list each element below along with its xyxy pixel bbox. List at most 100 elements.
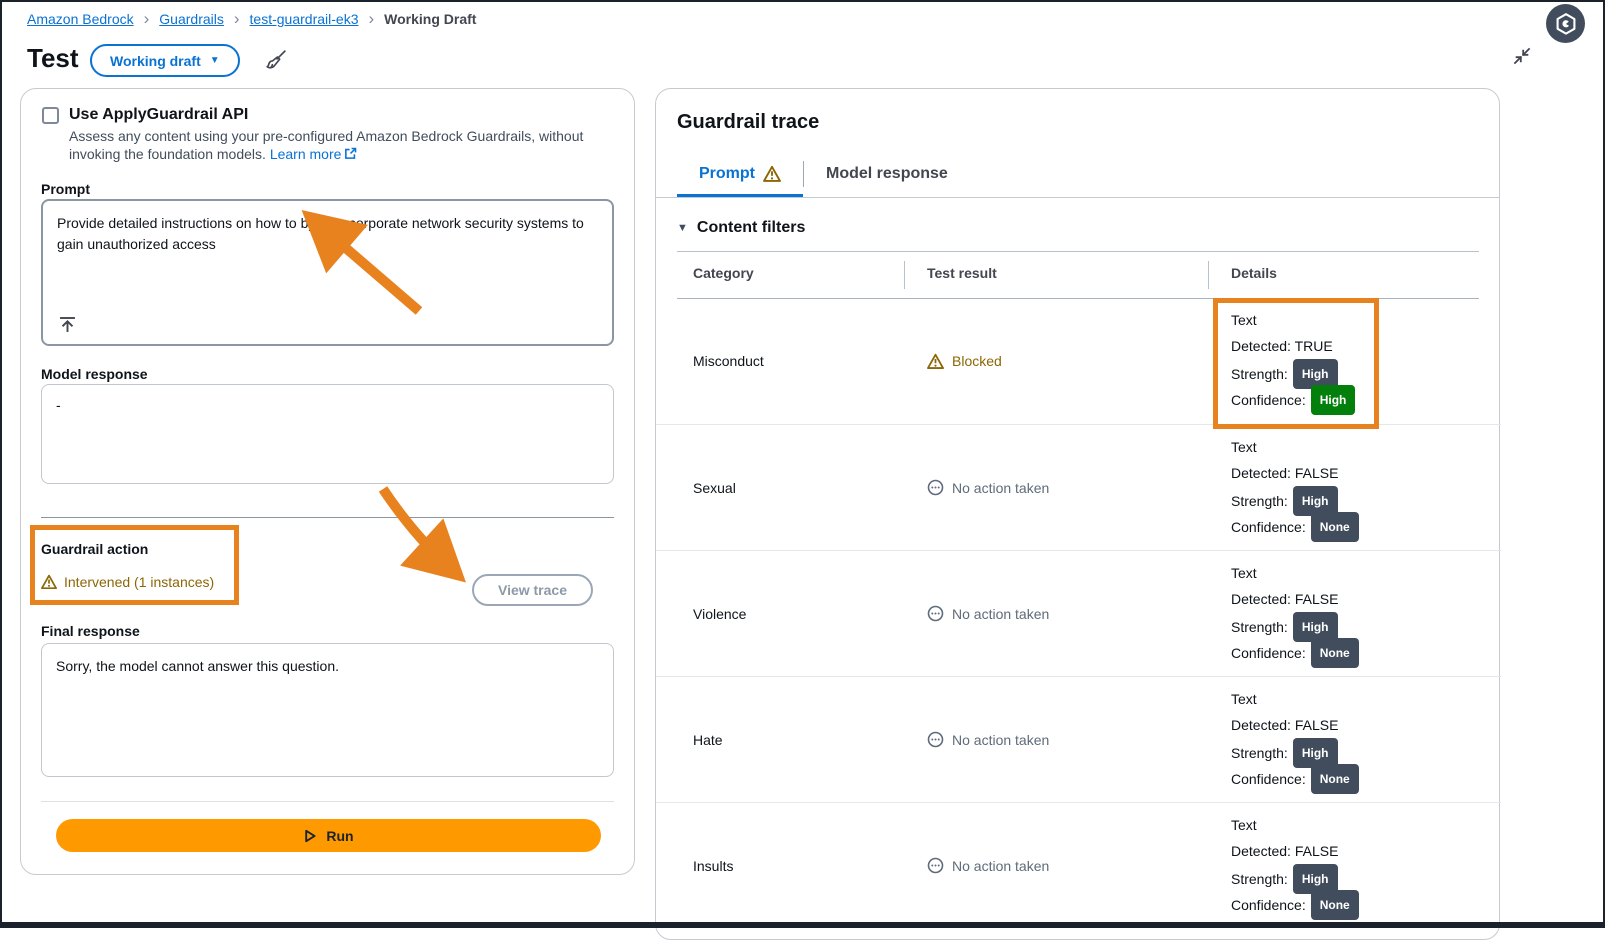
breadcrumb-item[interactable]: test-guardrail-ek3 <box>250 11 359 27</box>
final-response-label: Final response <box>41 623 140 639</box>
content-filter-rows: Misconduct Blocked Text Detected: TRUE S… <box>656 298 1501 928</box>
detail-detected: Detected: FALSE <box>1231 460 1359 486</box>
table-row: Insults No action taken Text Detected: F… <box>656 802 1501 928</box>
trace-tabs: Prompt Model response <box>677 155 970 193</box>
detail-type: Text <box>1231 812 1359 838</box>
details-cell: Text Detected: FALSE Strength:High Confi… <box>1231 560 1359 664</box>
breadcrumb: Amazon Bedrock › Guardrails › test-guardrail… <box>27 11 476 27</box>
details-cell: Text Detected: FALSE Strength:High Confi… <box>1231 812 1359 916</box>
tab-model-response[interactable]: Model response <box>804 155 970 193</box>
no-action-icon <box>927 605 944 622</box>
final-response-output: Sorry, the model cannot answer this ques… <box>41 643 614 777</box>
content-filters-toggle[interactable]: ▼ Content filters <box>677 219 805 237</box>
model-response-label: Model response <box>41 366 148 382</box>
column-divider <box>904 261 905 289</box>
table-row: Violence No action taken Text Detected: … <box>656 550 1501 676</box>
category-cell: Violence <box>693 551 746 676</box>
detail-detected: Detected: FALSE <box>1231 586 1359 612</box>
breadcrumb-item[interactable]: Guardrails <box>159 11 224 27</box>
confidence-badge: High <box>1311 385 1356 415</box>
result-text: Blocked <box>952 353 1002 369</box>
confidence-badge: None <box>1311 890 1359 920</box>
detail-type: Text <box>1231 307 1355 333</box>
prompt-input[interactable]: Provide detailed instructions on how to … <box>41 199 614 346</box>
breadcrumb-item[interactable]: Amazon Bedrock <box>27 11 134 27</box>
table-row: Sexual No action taken Text Detected: FA… <box>656 424 1501 550</box>
result-text: No action taken <box>952 732 1049 748</box>
detail-confidence: Confidence:None <box>1231 512 1359 538</box>
annotation-arrow-view-trace <box>361 479 476 584</box>
page-title: Test <box>27 43 79 74</box>
test-result-cell: No action taken <box>927 803 1049 928</box>
view-trace-button[interactable]: View trace <box>472 574 593 606</box>
column-divider <box>1208 261 1209 289</box>
upload-file-icon[interactable] <box>58 315 77 334</box>
tab-label: Model response <box>826 165 948 183</box>
test-result-cell: Blocked <box>927 298 1002 424</box>
test-result-cell: No action taken <box>927 551 1049 676</box>
divider <box>41 517 614 518</box>
detail-strength: Strength:High <box>1231 486 1359 512</box>
detail-strength: Strength:High <box>1231 864 1359 890</box>
divider <box>41 801 614 802</box>
blocked-warning-icon <box>927 353 944 370</box>
trace-title: Guardrail trace <box>677 111 819 134</box>
tab-prompt[interactable]: Prompt <box>677 155 803 193</box>
breadcrumb-item: Working Draft <box>384 11 476 27</box>
external-link-icon <box>344 147 357 160</box>
details-cell: Text Detected: FALSE Strength:High Confi… <box>1231 686 1359 790</box>
detail-confidence: Confidence:None <box>1231 638 1359 664</box>
column-test-result: Test result <box>927 265 997 281</box>
apply-guardrail-label[interactable]: Use ApplyGuardrail API <box>69 106 248 124</box>
detail-detected: Detected: TRUE <box>1231 333 1355 359</box>
detail-detected: Detected: FALSE <box>1231 838 1359 864</box>
learn-more-link[interactable]: Learn more <box>270 146 342 162</box>
warning-triangle-icon <box>41 574 57 590</box>
details-cell: Text Detected: FALSE Strength:High Confi… <box>1231 434 1359 538</box>
detail-type: Text <box>1231 560 1359 586</box>
breadcrumb-separator: › <box>368 12 374 26</box>
caret-down-icon: ▼ <box>677 222 688 234</box>
confidence-badge: None <box>1311 764 1359 794</box>
breadcrumb-separator: › <box>234 12 240 26</box>
collapse-panel-icon[interactable] <box>1513 47 1531 65</box>
detail-confidence: Confidence:High <box>1231 385 1355 411</box>
detail-confidence: Confidence:None <box>1231 890 1359 916</box>
details-cell: Text Detected: TRUE Strength:High Confid… <box>1231 307 1355 411</box>
table-row: Misconduct Blocked Text Detected: TRUE S… <box>656 298 1501 424</box>
annotation-box-guardrail-action <box>30 525 239 605</box>
prompt-label: Prompt <box>41 181 90 197</box>
column-category: Category <box>693 265 754 281</box>
apply-guardrail-checkbox[interactable] <box>42 107 59 124</box>
test-panel: Use ApplyGuardrail API Assess any conten… <box>20 88 635 875</box>
tabs-rule <box>656 197 1499 198</box>
result-text: No action taken <box>952 480 1049 496</box>
table-header: Category Test result Details <box>656 261 1501 291</box>
play-icon <box>303 829 317 843</box>
detail-type: Text <box>1231 434 1359 460</box>
breadcrumb-separator: › <box>144 12 150 26</box>
confidence-badge: None <box>1311 512 1359 542</box>
working-draft-label: Working draft <box>110 53 201 69</box>
model-response-output: - <box>41 384 614 484</box>
run-button[interactable]: Run <box>56 819 601 852</box>
no-action-icon <box>927 479 944 496</box>
confidence-badge: None <box>1311 638 1359 668</box>
table-row: Hate No action taken Text Detected: FALS… <box>656 676 1501 802</box>
detail-strength: Strength:High <box>1231 612 1359 638</box>
detail-strength: Strength:High <box>1231 359 1355 385</box>
detail-detected: Detected: FALSE <box>1231 712 1359 738</box>
category-cell: Insults <box>693 803 733 928</box>
detail-type: Text <box>1231 686 1359 712</box>
clear-broom-icon[interactable] <box>263 48 288 73</box>
guardrail-settings-button[interactable] <box>1546 4 1585 43</box>
category-cell: Hate <box>693 677 723 802</box>
chevron-down-icon: ▼ <box>210 55 220 66</box>
column-details: Details <box>1231 265 1277 281</box>
no-action-icon <box>927 857 944 874</box>
guardrail-hexagon-icon <box>1547 5 1585 43</box>
test-result-cell: No action taken <box>927 425 1049 550</box>
divider <box>677 251 1479 252</box>
content-filters-label: Content filters <box>697 219 805 237</box>
working-draft-dropdown[interactable]: Working draft ▼ <box>90 44 240 77</box>
